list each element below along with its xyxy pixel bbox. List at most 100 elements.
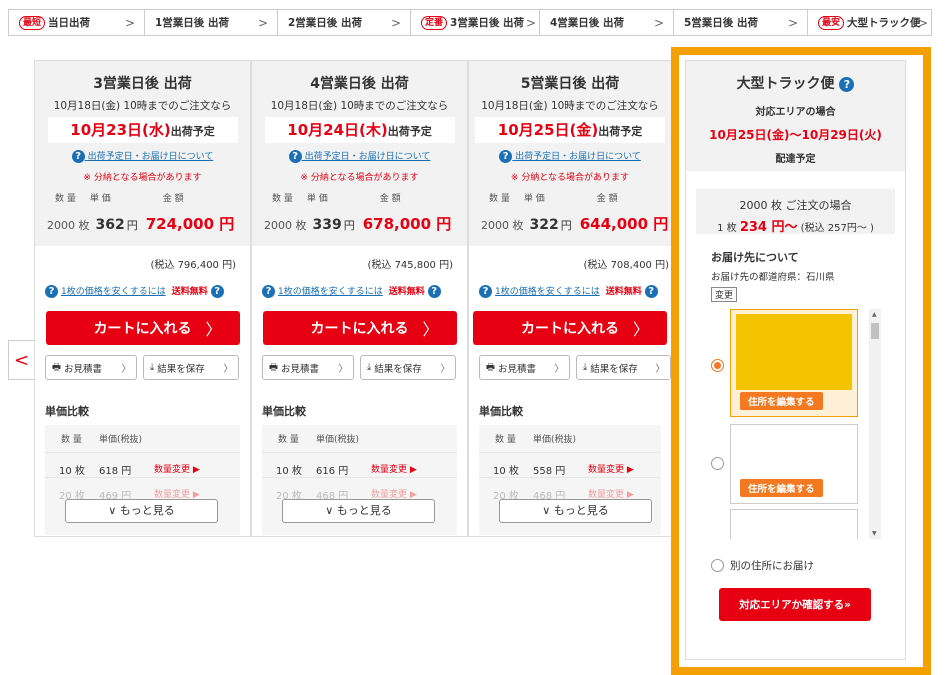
tab-3-day[interactable]: 定番 3営業日後 出荷 > <box>410 9 540 36</box>
add-to-cart-button[interactable]: カートに入れる〉 <box>473 311 667 345</box>
quote-button[interactable]: 🖶 お見積書〉 <box>45 355 137 380</box>
add-to-cart-button[interactable]: カートに入れる〉 <box>262 311 457 345</box>
scroll-up-icon[interactable]: ▲ <box>872 311 877 318</box>
address-card[interactable] <box>730 509 858 539</box>
chevron-right-icon: > <box>917 16 928 30</box>
tab-badge: 最安 <box>818 15 845 30</box>
tab-same-day[interactable]: 最短 当日出荷 > <box>8 9 145 36</box>
save-result-button[interactable]: ⤓ 結果を保存〉 <box>576 355 671 380</box>
tab-5-day[interactable]: 5営業日後 出荷 > <box>673 9 808 36</box>
cheaper-link[interactable]: 1枚の価格を安くするには <box>61 287 166 297</box>
cmp-unit-header: 単価(税抜) <box>533 435 577 445</box>
shipping-column-4day: 4営業日後 出荷 10月18日(金) 10時までのご注文なら 10月24日(木)… <box>251 60 468 537</box>
tax-included-price: (税込 796,400 円) <box>150 260 236 271</box>
free-shipping: 送料無料 <box>388 287 425 297</box>
show-more-button[interactable]: ∨ もっと見る <box>65 499 218 523</box>
shipping-column-5day: 5営業日後 出荷 10月18日(金) 10時までのご注文なら 10月25日(金)… <box>468 60 672 537</box>
edit-address-button[interactable]: 住所を編集する <box>740 479 823 497</box>
scroll-down-icon[interactable]: ▼ <box>872 530 877 537</box>
col-qty-label: 数 量 <box>489 194 510 204</box>
cmp-qty-header: 数 量 <box>61 435 82 445</box>
chevron-left-icon: < <box>13 349 30 371</box>
save-result-button[interactable]: ⤓ 結果を保存〉 <box>360 355 456 380</box>
change-qty-link[interactable]: 数量変更 ▶ <box>154 462 200 477</box>
shipping-info-link[interactable]: ? 出荷予定日・お届け日について <box>252 149 467 163</box>
other-address-radio[interactable] <box>711 559 724 572</box>
change-destination-button[interactable]: 変更 <box>711 287 738 302</box>
other-address-option[interactable]: 別の住所にお届け <box>711 558 814 573</box>
ship-label: 出荷予定 <box>387 125 432 138</box>
total-price: 724,000 円 <box>145 215 235 233</box>
cheaper-link[interactable]: 1枚の価格を安くするには <box>495 287 600 297</box>
help-icon[interactable]: ? <box>210 285 224 298</box>
yen-label: 円 <box>126 219 138 232</box>
chevron-right-icon: 〉 <box>554 363 565 375</box>
save-result-button[interactable]: ⤓ 結果を保存〉 <box>143 355 239 380</box>
address-radio-1[interactable] <box>711 359 724 372</box>
shipping-info-link[interactable]: ? 出荷予定日・お届け日について <box>35 149 250 163</box>
help-icon: ? <box>288 150 302 163</box>
help-icon[interactable]: ? <box>644 285 658 298</box>
cheaper-row: ? 1枚の価格を安くするには 送料無料 ? <box>35 284 250 298</box>
cheaper-link[interactable]: 1枚の価格を安くするには <box>278 287 383 297</box>
quantity: 2000 枚 <box>481 219 524 232</box>
help-icon[interactable]: ? <box>839 76 855 92</box>
change-qty-link[interactable]: 数量変更 ▶ <box>588 462 634 477</box>
address-image <box>736 314 852 390</box>
unit-price: 322 <box>529 217 559 233</box>
partial-note: ※ 分納となる場合があります <box>83 173 202 183</box>
column-title: 4営業日後 出荷 <box>310 76 409 92</box>
partial-note: ※ 分納となる場合があります <box>300 173 419 183</box>
confirm-area-button[interactable]: 対応エリアか確認する» <box>719 588 871 621</box>
order-cutoff: 10月18日(金) 10時までのご注文なら <box>270 100 449 112</box>
destination-prefecture: お届け先の都道府県：石川県 <box>711 272 835 283</box>
tab-2-day[interactable]: 2営業日後 出荷 > <box>277 9 411 36</box>
tab-1-day[interactable]: 1営業日後 出荷 > <box>144 9 278 36</box>
quote-button[interactable]: 🖶 お見積書〉 <box>262 355 354 380</box>
col-amount-label: 金 額 <box>596 194 618 204</box>
chevron-right-icon: 〉 <box>205 320 222 339</box>
total-price: 678,000 円 <box>362 215 452 233</box>
address-card[interactable]: 住所を編集する <box>730 424 858 504</box>
table-row: 10 枚 558 円数量変更 ▶ <box>479 452 661 477</box>
tab-label: 2営業日後 出荷 <box>288 17 362 29</box>
download-icon: ⤓ <box>583 362 588 373</box>
change-qty-link[interactable]: 数量変更 ▶ <box>371 462 417 477</box>
col-unit-label: 単 価 <box>523 194 545 204</box>
cheaper-row: ? 1枚の価格を安くするには 送料無料 ? <box>252 284 467 298</box>
tab-label: 4営業日後 出荷 <box>550 17 624 29</box>
printer-icon: 🖶 <box>486 361 495 373</box>
chevron-right-icon: » <box>844 598 851 611</box>
unit-price: 362 <box>95 217 125 233</box>
address-scrollbar[interactable]: ▲ ▼ <box>869 309 881 539</box>
quote-button[interactable]: 🖶 お見積書〉 <box>479 355 571 380</box>
show-more-button[interactable]: ∨ もっと見る <box>499 499 652 523</box>
edit-address-button[interactable]: 住所を編集する <box>740 392 823 410</box>
col-qty-label: 数 量 <box>55 194 76 204</box>
show-more-button[interactable]: ∨ もっと見る <box>282 499 435 523</box>
yen-label: 円 <box>343 219 355 232</box>
col-unit-label: 単 価 <box>89 194 111 204</box>
ship-date: 10月25日(金) <box>497 121 599 139</box>
cmp-unit-header: 単価(税抜) <box>316 435 360 445</box>
quantity: 2000 枚 <box>47 219 90 232</box>
quantity: 2000 枚 <box>264 219 307 232</box>
prev-arrow-button[interactable]: < <box>8 340 35 380</box>
tab-label: 大型トラック便 <box>847 17 921 29</box>
ship-date: 10月23日(水) <box>70 121 171 139</box>
scroll-thumb[interactable] <box>871 323 879 339</box>
help-icon[interactable]: ? <box>427 285 441 298</box>
shipping-info-link[interactable]: ? 出荷予定日・お届け日について <box>469 149 671 163</box>
tab-label: 当日出荷 <box>48 17 91 29</box>
address-radio-2[interactable] <box>711 457 724 470</box>
ship-label: 出荷予定 <box>170 125 215 138</box>
tab-4-day[interactable]: 4営業日後 出荷 > <box>539 9 674 36</box>
tab-truck[interactable]: 最安 大型トラック便 > <box>807 9 932 36</box>
add-to-cart-button[interactable]: カートに入れる〉 <box>45 311 240 345</box>
column-title: 3営業日後 出荷 <box>93 76 192 92</box>
column-title: 5営業日後 出荷 <box>520 76 620 92</box>
col-qty-label: 数 量 <box>272 194 293 204</box>
order-qty-text: 2000 枚 ご注文の場合 <box>739 199 852 212</box>
shipping-column-3day: 3営業日後 出荷 10月18日(金) 10時までのご注文なら 10月23日(水)… <box>34 60 251 537</box>
address-card[interactable]: 住所を編集する <box>730 309 858 417</box>
